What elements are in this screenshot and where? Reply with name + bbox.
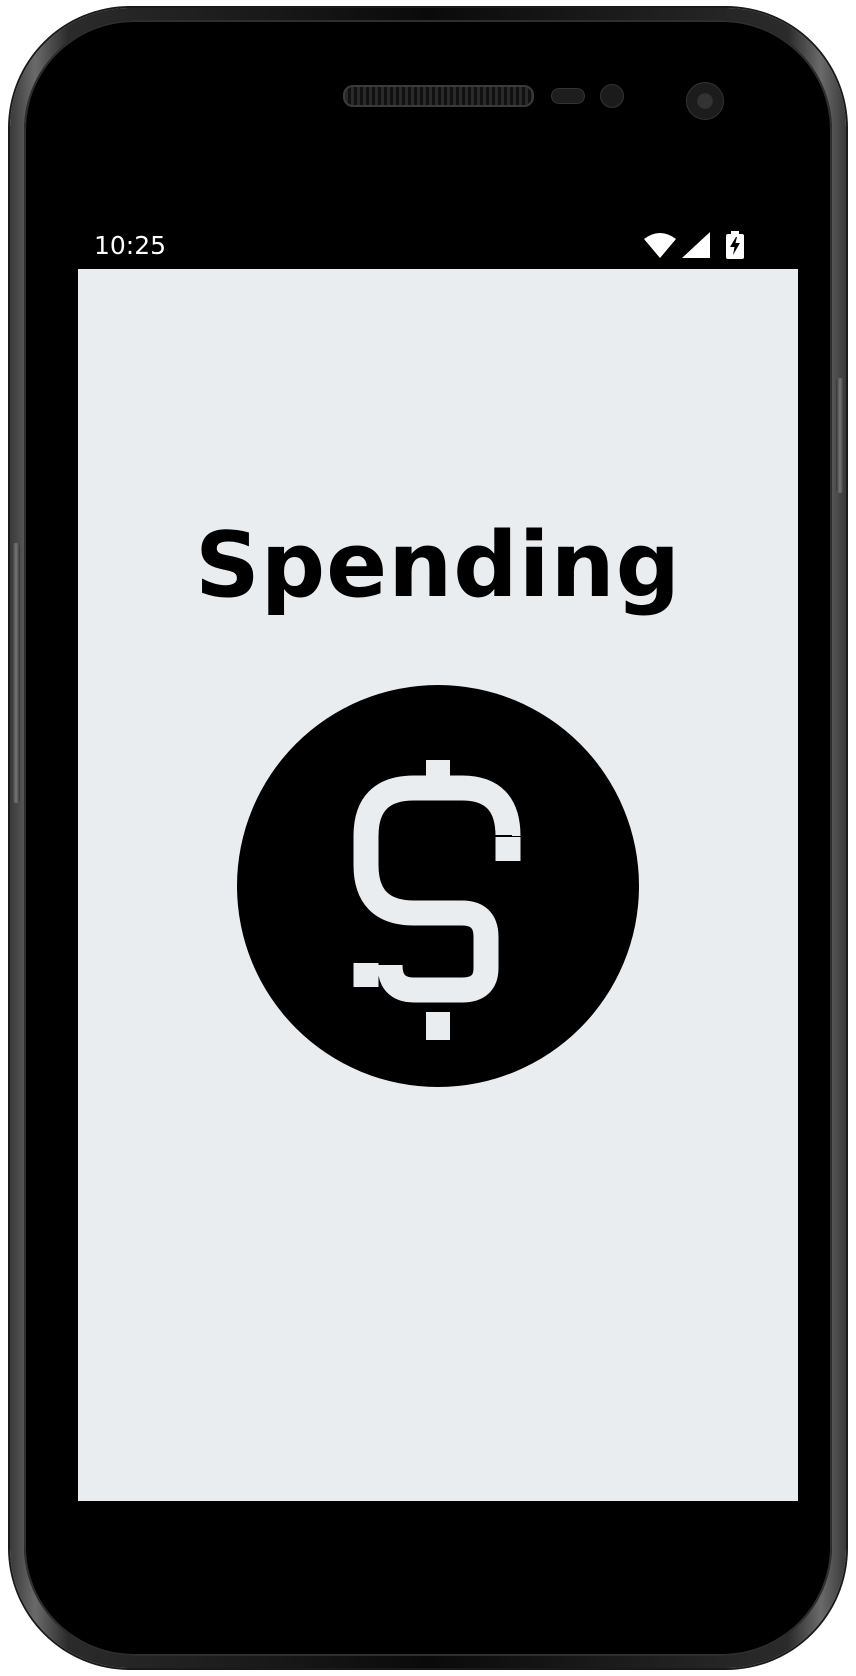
- dollar-circle-icon: [237, 685, 639, 1087]
- cellular-signal-icon: [682, 232, 710, 258]
- volume-button: [12, 543, 20, 803]
- main-content: Spending: [78, 269, 798, 1501]
- page-title: Spending: [194, 513, 682, 618]
- front-camera: [686, 82, 724, 120]
- app-screen: 10:25 Spending: [78, 221, 798, 1501]
- status-bar: 10:25: [78, 221, 798, 269]
- wifi-icon: [644, 232, 676, 258]
- phone-frame: 10:25 Spending: [10, 8, 846, 1668]
- status-time: 10:25: [94, 231, 167, 260]
- light-sensor: [600, 84, 624, 108]
- earpiece-speaker: [343, 85, 534, 107]
- status-icons: [644, 231, 744, 259]
- power-button: [836, 378, 844, 493]
- battery-charging-icon: [726, 231, 744, 259]
- proximity-sensor: [551, 88, 585, 104]
